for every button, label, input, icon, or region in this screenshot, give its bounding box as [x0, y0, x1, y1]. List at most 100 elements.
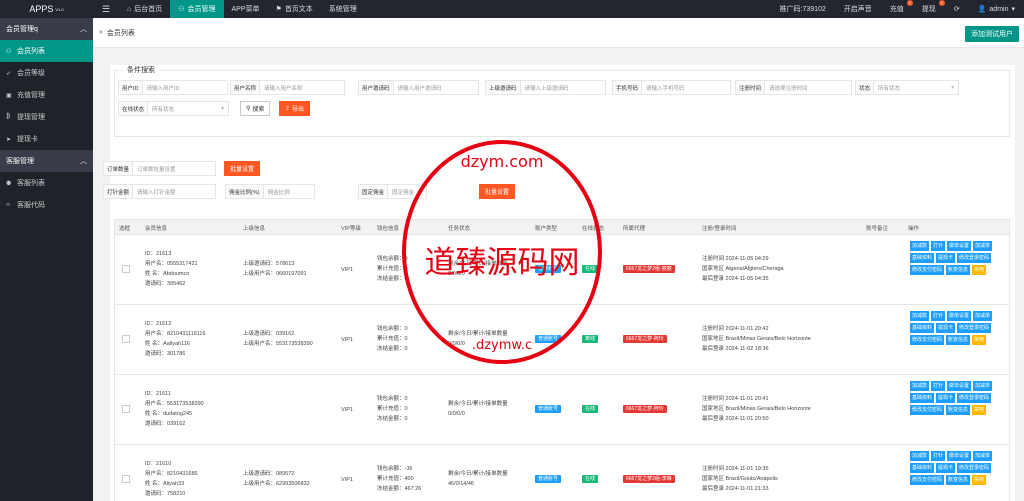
sidebar-item-member-list[interactable]: ⚇ 会员列表	[0, 40, 93, 62]
op-button[interactable]: 加减款	[910, 381, 930, 391]
op-button[interactable]: 基础资料	[910, 253, 935, 263]
row-checkbox[interactable]	[122, 335, 130, 343]
user-id-field: 用户ID 请输入用户ID	[118, 80, 228, 95]
reg-time-input[interactable]: 请选择注册时间	[764, 80, 853, 95]
time-info: 注册时间 2024-11-01 19:35 国家地区 Brazil/Goiás/A…	[702, 466, 778, 492]
op-button[interactable]: 加减单	[973, 311, 993, 321]
wallet-info: 钱包余额：0 累计充值：0 冻结金额：0	[377, 256, 408, 282]
op-button[interactable]: 账变信息	[946, 475, 971, 485]
sidebar-item-withdraw-card[interactable]: ➤ 提现卡	[0, 128, 93, 150]
add-test-user-button[interactable]: 添加测试用户	[965, 26, 1019, 42]
home-icon: ⌂	[127, 5, 132, 13]
op-button[interactable]: 加减单	[973, 241, 993, 251]
fixed-commission-field: 固定佣金 固定佣金	[358, 184, 428, 199]
op-button[interactable]: 做单设置	[947, 241, 972, 251]
op-button[interactable]: 打针	[931, 241, 946, 251]
export-button[interactable]: ⇪ 导出	[279, 101, 311, 116]
fixed-commission-input[interactable]: 固定佣金	[387, 184, 428, 199]
tab-member-list[interactable]: 会员列表	[107, 28, 135, 38]
search-button[interactable]: ⚲ 搜索	[240, 101, 271, 116]
sidebar-item-withdraw[interactable]: ₿ 提现管理	[0, 106, 93, 128]
parent-code-input[interactable]: 请输入上级邀请码	[519, 80, 606, 95]
sound-toggle[interactable]: 开启声音	[835, 0, 881, 18]
member-info: ID：21610 用户名：8210431686 姓 名：Aliyah33 邀请码：75…	[145, 461, 198, 497]
op-button[interactable]: 基础资料	[910, 393, 935, 403]
commission-input[interactable]: 佣金比例	[262, 184, 315, 199]
op-button[interactable]: 提现卡	[936, 463, 956, 473]
op-button[interactable]: 修改登录密码	[957, 463, 992, 473]
op-button[interactable]: 修改支付密码	[910, 405, 945, 415]
op-button[interactable]: 修改支付密码	[910, 335, 945, 345]
app-logo[interactable]: APPS V1.0	[0, 0, 93, 18]
op-button[interactable]: 禁用	[972, 265, 987, 275]
nav-home-text[interactable]: ⚑ 首页文本	[268, 0, 321, 18]
freeze-amount-input[interactable]: 请输入打针金额	[132, 184, 217, 199]
sidebar-item-member-level[interactable]: ➶ 会员等级	[0, 62, 93, 84]
tab-bar: » 会员列表	[93, 18, 1024, 48]
user-menu[interactable]: 👤 admin ▾	[969, 0, 1024, 18]
send-icon: ➤	[6, 136, 12, 143]
row-actions: 加减款 打针 做单设置 加减单基础资料 提现卡 修改登录密码修改支付密码 账变信息 禁用	[910, 241, 1008, 275]
status-select[interactable]: 所有状态	[873, 80, 960, 95]
row-checkbox[interactable]	[122, 265, 130, 273]
sidebar-group-members[interactable]: 会员管理q ︿	[0, 18, 93, 40]
op-button[interactable]: 加减单	[973, 451, 993, 461]
op-button[interactable]: 加减款	[910, 311, 930, 321]
sidebar-item-service-list[interactable]: ⚉ 客服列表	[0, 172, 93, 194]
op-button[interactable]: 修改登录密码	[957, 393, 992, 403]
agent: 6667龙之梦-阿玲	[623, 404, 667, 414]
chevrons-right-icon[interactable]: »	[99, 29, 103, 36]
batch-commission-button[interactable]: 批量设置	[479, 184, 516, 199]
op-button[interactable]: 修改支付密码	[910, 475, 945, 485]
op-button[interactable]: 做单设置	[947, 381, 972, 391]
op-button[interactable]: 做单设置	[947, 311, 972, 321]
sidebar-item-service-code[interactable]: ‹› 客服代码	[0, 194, 93, 216]
op-button[interactable]: 打针	[931, 451, 946, 461]
recharge-link[interactable]: 充值 0	[881, 0, 913, 18]
user-icon: ⚇	[6, 48, 12, 55]
op-button[interactable]: 修改登录密码	[957, 253, 992, 263]
op-button[interactable]: 基础资料	[910, 463, 935, 473]
user-name-input[interactable]: 请输入用户名称	[259, 80, 346, 95]
invite-code-input[interactable]: 请输入用户邀请码	[392, 80, 479, 95]
nav-dashboard[interactable]: ⌂ 后台首页	[119, 0, 170, 18]
phone-input[interactable]: 请输入手机号码	[641, 80, 732, 95]
op-button[interactable]: 账变信息	[946, 405, 971, 415]
op-button[interactable]: 禁用	[972, 475, 987, 485]
nav-system[interactable]: 系统管理	[321, 0, 365, 18]
op-button[interactable]: 加减款	[910, 451, 930, 461]
op-button[interactable]: 基础资料	[910, 323, 935, 333]
op-button[interactable]: 账变信息	[946, 335, 971, 345]
nav-members[interactable]: ⚇ 会员管理	[170, 0, 224, 18]
nav-app-menu[interactable]: APP菜单	[224, 0, 268, 18]
refresh-icon[interactable]: ⟳	[945, 0, 969, 18]
op-button[interactable]: 加减款	[910, 241, 930, 251]
batch-order-button[interactable]: 批量设置	[224, 161, 261, 176]
user-id-input[interactable]: 请输入用户ID	[141, 80, 228, 95]
withdraw-link[interactable]: 提现 0	[913, 0, 945, 18]
op-button[interactable]: 禁用	[972, 335, 987, 345]
op-button[interactable]: 打针	[931, 381, 946, 391]
order-count-input[interactable]: 订单数批量设置	[132, 161, 217, 176]
op-button[interactable]: 加减单	[973, 381, 993, 391]
sidebar-group-service[interactable]: 客服管理 ︿	[0, 150, 93, 172]
op-button[interactable]: 修改支付密码	[910, 265, 945, 275]
agent: 6667龙之梦2组-李琳	[623, 474, 675, 484]
op-button[interactable]: 账变信息	[946, 265, 971, 275]
online-select[interactable]: 所有状态	[147, 101, 230, 116]
op-button[interactable]: 提现卡	[936, 393, 956, 403]
row-checkbox[interactable]	[122, 475, 130, 483]
table-row: ID：21611 用户名：553173538390 姓 名：dudatog245 邀请…	[114, 375, 1010, 445]
op-button[interactable]: 打针	[931, 311, 946, 321]
op-button[interactable]: 禁用	[972, 405, 987, 415]
op-button[interactable]: 修改登录密码	[957, 323, 992, 333]
task-status: 剩余/今日/累计/接单数量 0/0/0/0	[448, 401, 508, 417]
vip-level: VIP1	[341, 477, 353, 483]
op-button[interactable]: 提现卡	[936, 253, 956, 263]
op-button[interactable]: 做单设置	[947, 451, 972, 461]
menu-toggle-icon[interactable]: ☰	[93, 0, 119, 18]
op-button[interactable]: 提现卡	[936, 323, 956, 333]
row-checkbox[interactable]	[122, 405, 130, 413]
account-type: 普通账号	[535, 404, 562, 414]
sidebar-item-recharge[interactable]: ▣ 充值管理	[0, 84, 93, 106]
